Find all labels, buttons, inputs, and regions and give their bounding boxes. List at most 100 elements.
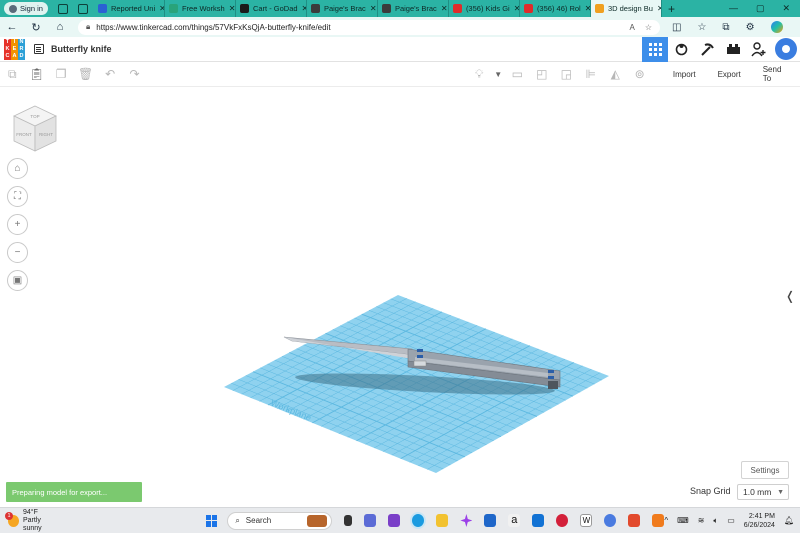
align-icon[interactable]: ⊫ xyxy=(579,67,603,81)
3d-view-button[interactable] xyxy=(642,36,668,62)
home-button[interactable]: ⌂ xyxy=(48,21,72,33)
import-button[interactable]: Import xyxy=(662,70,707,79)
copy-icon[interactable]: ⧉ xyxy=(0,67,24,82)
task-view-icon[interactable] xyxy=(344,515,353,526)
address-bar-row: ← ↻ ⌂ 🔒︎ https://www.tinkercad.com/thing… xyxy=(0,17,800,37)
weather-condition: Partly sunny xyxy=(22,516,42,532)
tab-title: Free Worksh xyxy=(181,4,225,13)
chevron-up-icon[interactable]: ^ xyxy=(664,516,668,525)
teams-icon[interactable] xyxy=(364,514,377,527)
tab-favicon-icon xyxy=(381,4,391,13)
tab-actions-icon[interactable] xyxy=(77,3,88,14)
browser-tab[interactable]: Paige's Brac ✕ xyxy=(378,0,449,17)
tinkercad-logo[interactable]: TINKERCAD xyxy=(4,38,25,60)
settings-app-icon[interactable] xyxy=(604,514,617,527)
export-button[interactable]: Export xyxy=(707,70,752,79)
office-icon[interactable] xyxy=(628,514,641,527)
browser-tab[interactable]: Reported Uni✕ xyxy=(94,0,165,17)
edge-icon[interactable] xyxy=(412,514,425,527)
battery-icon[interactable]: ▭ xyxy=(727,516,735,525)
close-tab-icon[interactable]: ✕ xyxy=(657,4,661,13)
search-icon: ⌕ xyxy=(235,515,240,525)
delete-icon[interactable]: 🗑︎ xyxy=(73,67,97,81)
volume-icon[interactable]: 🔈︎ xyxy=(713,516,718,526)
settings-button[interactable]: Settings xyxy=(741,461,789,479)
duplicate-icon[interactable]: ❐ xyxy=(49,67,73,81)
send-to-button[interactable]: Send To xyxy=(752,65,800,83)
shapes-panel-toggle[interactable]: ❬ xyxy=(785,289,795,303)
chevron-down-icon[interactable]: ▼ xyxy=(491,70,505,79)
copilot-app-icon[interactable] xyxy=(460,514,473,527)
keyboard-icon[interactable]: ⌨ xyxy=(677,516,689,525)
snap-grid-label: Snap Grid xyxy=(690,486,731,496)
browser-tab[interactable]: (356) Kids Gi ✕ xyxy=(449,0,520,17)
snap-grid-select[interactable]: 1.0 mm ▼ xyxy=(737,484,789,500)
bricks-view-button[interactable] xyxy=(694,37,720,62)
signin-button[interactable]: Sign in xyxy=(4,2,48,15)
blocks-view-button[interactable] xyxy=(668,37,694,62)
snap-grid-value: 1.0 mm xyxy=(743,487,772,497)
new-tab-button[interactable]: + xyxy=(668,2,675,16)
add-user-button[interactable] xyxy=(746,37,772,62)
wikipedia-icon[interactable]: W xyxy=(580,514,593,527)
maximize-button[interactable]: ▢ xyxy=(756,3,765,14)
browser-tab[interactable]: Cart - GoDad✕ xyxy=(236,0,307,17)
collections-icon[interactable]: ⧉ xyxy=(722,22,729,33)
dropbox-icon[interactable] xyxy=(532,514,545,527)
cruise-icon[interactable]: ⊚ xyxy=(627,67,651,81)
undo-icon[interactable]: ↶ xyxy=(98,67,122,81)
split-screen-icon[interactable]: ◫ xyxy=(672,22,681,33)
weather-widget[interactable]: 1 94°F Partly sunny xyxy=(5,509,58,533)
file-explorer-icon[interactable] xyxy=(436,514,449,527)
ungroup-icon[interactable]: ◲ xyxy=(554,67,578,81)
close-tab-icon[interactable]: ✕ xyxy=(441,4,448,13)
workspaces-icon[interactable] xyxy=(57,3,68,14)
extensions-icon[interactable]: ⚙ xyxy=(746,22,755,33)
close-window-button[interactable]: ✕ xyxy=(782,3,790,14)
wifi-icon[interactable]: ≋ xyxy=(698,516,705,525)
browser-tab[interactable]: (356) 46) Rol ✕ xyxy=(520,0,591,17)
3d-workspace[interactable]: TOP FRONT RIGHT ⌂ ⛶ + − ▣ Workplane ❬ Pr… xyxy=(0,87,800,507)
light-bulb-icon[interactable]: 💡︎ xyxy=(467,67,491,82)
back-button[interactable]: ← xyxy=(0,21,24,33)
browser-tab[interactable]: Free Worksh ✕ xyxy=(165,0,236,17)
amazon-icon[interactable]: a xyxy=(508,514,521,527)
taskbar-search[interactable]: ⌕ Search xyxy=(227,511,333,530)
mirror-icon[interactable]: ◭ xyxy=(603,67,627,81)
design-menu-icon[interactable] xyxy=(34,44,44,54)
refresh-button[interactable]: ↻ xyxy=(24,21,48,34)
group-icon[interactable]: ◰ xyxy=(530,67,554,81)
blocks-icon xyxy=(675,43,687,55)
url-field[interactable]: 🔒︎ https://www.tinkercad.com/things/57Vk… xyxy=(78,19,660,35)
teams-work-icon[interactable] xyxy=(388,514,401,527)
favorites-icon[interactable]: ☆ xyxy=(697,22,706,33)
export-toast: Preparing model for export... xyxy=(6,482,142,502)
logo-letter: N xyxy=(18,38,25,46)
url-text: https://www.tinkercad.com/things/57VkFxK… xyxy=(96,22,331,32)
pinterest-icon[interactable] xyxy=(556,514,569,527)
powerpoint-icon[interactable] xyxy=(652,514,665,527)
redo-icon[interactable]: ↷ xyxy=(122,67,146,81)
lock-icon: 🔒︎ xyxy=(86,22,91,31)
close-tab-icon[interactable]: ✕ xyxy=(229,4,235,13)
sim-lab-button[interactable] xyxy=(720,37,746,62)
copilot-icon[interactable] xyxy=(770,21,783,33)
read-aloud-icon[interactable]: A xyxy=(629,23,634,32)
browser-tab[interactable]: Paige's Brac ✕ xyxy=(307,0,378,17)
minimize-button[interactable]: — xyxy=(729,3,738,14)
user-avatar[interactable] xyxy=(775,38,797,60)
start-button[interactable] xyxy=(206,514,218,527)
close-tab-icon[interactable]: ✕ xyxy=(370,4,377,13)
note-icon[interactable]: ▭ xyxy=(505,67,529,81)
search-label: Search xyxy=(245,516,272,525)
paste-icon[interactable]: 📋︎ xyxy=(24,67,48,81)
mail-icon[interactable] xyxy=(484,514,497,527)
logo-letter: E xyxy=(11,45,18,53)
design-title[interactable]: Butterfly knife xyxy=(51,44,112,54)
notifications-icon[interactable]: 🔔︎ xyxy=(784,516,794,525)
chevron-down-icon: ▼ xyxy=(777,488,784,496)
favorite-star-icon[interactable]: ☆ xyxy=(645,23,652,32)
profile-icon xyxy=(9,4,17,13)
system-clock[interactable]: 2:41 PM 6/26/2024 xyxy=(744,512,775,530)
browser-tab[interactable]: 3D design Bu ✕ xyxy=(590,0,662,17)
